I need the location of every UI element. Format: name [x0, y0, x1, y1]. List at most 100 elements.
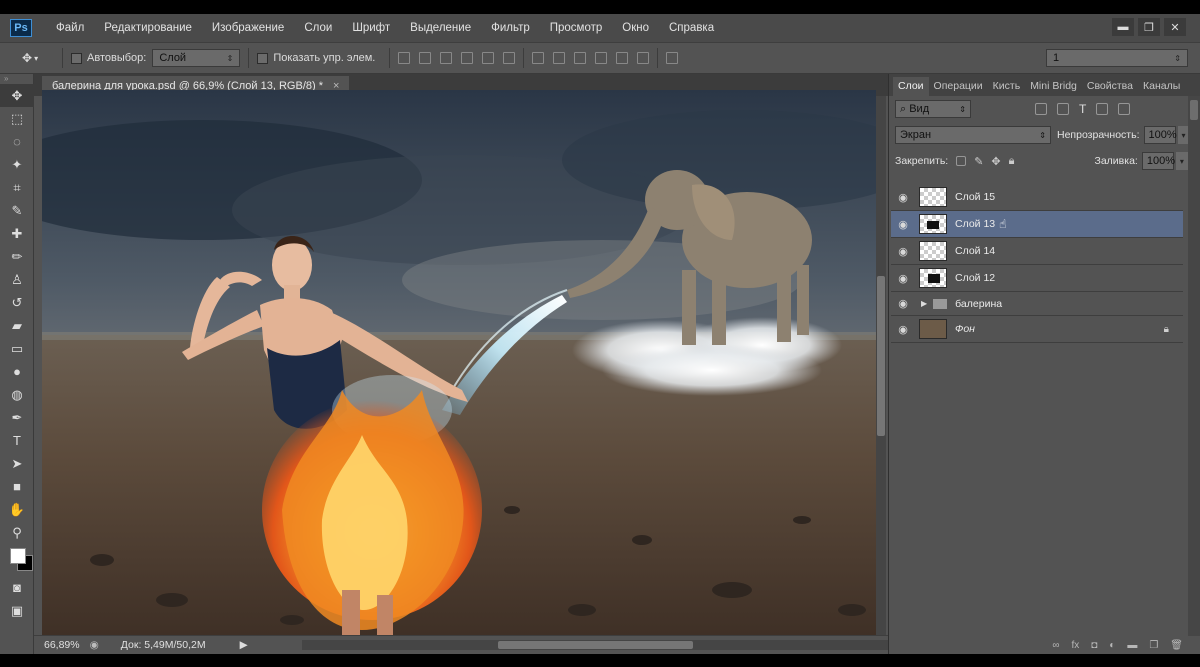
marquee-tool-icon[interactable]: ⬚ — [0, 107, 34, 130]
eye-icon[interactable]: ◉ — [891, 218, 915, 231]
menu-edit[interactable]: Редактирование — [94, 22, 202, 34]
layer-row[interactable]: ◉ Слой 14 — [891, 238, 1183, 265]
collapse-arrows-icon[interactable]: » — [0, 74, 33, 84]
adjustment-layer-icon[interactable]: ◐ — [1109, 640, 1115, 651]
tab-channels[interactable]: Каналы — [1138, 77, 1185, 96]
eye-icon[interactable]: ◉ — [891, 323, 915, 336]
lock-all-icon[interactable]: 🔒︎ — [1009, 155, 1015, 168]
lock-position-icon[interactable]: ✥ — [991, 155, 1000, 168]
status-arrow-icon[interactable]: ▶ — [240, 639, 248, 651]
panel-scrollbar[interactable] — [1188, 96, 1200, 636]
align-right-icon[interactable] — [503, 52, 516, 64]
layer-row[interactable]: ◉ Слой 12 — [891, 265, 1183, 292]
eye-icon[interactable]: ◉ — [891, 191, 915, 204]
layer-row[interactable]: ◉ Фон 🔒︎ — [891, 316, 1183, 343]
tab-actions[interactable]: Операции — [929, 77, 988, 96]
link-layers-icon[interactable]: ∞ — [1052, 640, 1059, 651]
history-brush-tool-icon[interactable]: ↺ — [0, 291, 34, 314]
new-group-icon[interactable]: ▬ — [1127, 640, 1137, 651]
close-button[interactable]: ✕ — [1164, 18, 1186, 36]
menu-layers[interactable]: Слои — [294, 22, 342, 34]
align-hcenter-icon[interactable] — [482, 52, 495, 64]
distribute-top-icon[interactable] — [532, 52, 545, 64]
tool-preset-picker[interactable]: ✥ ▾ — [22, 48, 54, 68]
expand-arrow-icon[interactable]: ▶ — [921, 299, 927, 308]
filter-adjustment-icon[interactable] — [1057, 103, 1069, 115]
menu-image[interactable]: Изображение — [202, 22, 294, 34]
distribute-vcenter-icon[interactable] — [553, 52, 566, 64]
eye-icon[interactable]: ◉ — [891, 245, 915, 258]
dodge-tool-icon[interactable]: ◍ — [0, 383, 34, 406]
gradient-tool-icon[interactable]: ▭ — [0, 337, 34, 360]
filter-pixel-icon[interactable] — [1035, 103, 1047, 115]
menu-help[interactable]: Справка — [659, 22, 724, 34]
scroll-thumb[interactable] — [498, 641, 693, 649]
lock-pixels-icon[interactable]: ✎ — [974, 155, 983, 168]
menu-view[interactable]: Просмотр — [540, 22, 613, 34]
crop-tool-icon[interactable]: ⌗ — [0, 176, 34, 199]
scroll-thumb[interactable] — [1190, 100, 1198, 120]
canvas-vertical-scrollbar[interactable] — [876, 96, 886, 641]
align-bottom-icon[interactable] — [440, 52, 453, 64]
menu-window[interactable]: Окно — [612, 22, 659, 34]
menu-select[interactable]: Выделение — [400, 22, 481, 34]
add-mask-icon[interactable]: ◘ — [1091, 640, 1097, 651]
layer-row[interactable]: ◉ Слой 15 — [891, 184, 1183, 211]
new-layer-icon[interactable]: ❐ — [1149, 640, 1158, 651]
path-select-tool-icon[interactable]: ➤ — [0, 452, 34, 475]
filter-type-icon[interactable]: T — [1079, 102, 1086, 116]
fill-input[interactable]: 100% — [1141, 152, 1175, 170]
filter-smart-object-icon[interactable] — [1118, 103, 1131, 115]
zoom-tool-icon[interactable]: ⚲ — [0, 521, 34, 544]
layer-group-row[interactable]: ◉ ▶ балерина — [891, 292, 1183, 316]
tab-brush[interactable]: Кисть — [988, 77, 1026, 96]
chevron-down-icon[interactable]: ▾ — [1175, 152, 1188, 170]
stamp-tool-icon[interactable]: ♙ — [0, 268, 34, 291]
lasso-tool-icon[interactable]: ◌ — [0, 130, 34, 153]
align-left-icon[interactable] — [461, 52, 474, 64]
fx-icon[interactable]: fx — [1071, 640, 1079, 651]
move-tool-icon[interactable]: ✥ — [0, 84, 34, 107]
lock-transparency-icon[interactable] — [956, 156, 967, 166]
menu-type[interactable]: Шрифт — [342, 22, 400, 34]
tab-mini-bridge[interactable]: Mini Bridg — [1025, 77, 1082, 96]
layer-row-selected[interactable]: ◉ Слой 13 ☝ — [891, 211, 1183, 238]
maximize-button[interactable]: ❐ — [1138, 18, 1160, 36]
shape-tool-icon[interactable]: ■ — [0, 475, 34, 498]
auto-align-icon[interactable] — [666, 52, 679, 64]
distribute-bottom-icon[interactable] — [574, 52, 587, 64]
workspace-dropdown[interactable]: 1 ⇕ — [1046, 49, 1188, 67]
align-vcenter-icon[interactable] — [419, 52, 432, 64]
brush-tool-icon[interactable]: ✏ — [0, 245, 34, 268]
align-top-icon[interactable] — [398, 52, 411, 64]
quick-select-tool-icon[interactable]: ✦ — [0, 153, 34, 176]
healing-tool-icon[interactable]: ✚ — [0, 222, 34, 245]
foreground-color-swatch[interactable] — [10, 548, 26, 564]
filter-shape-icon[interactable] — [1096, 103, 1109, 115]
minimize-button[interactable]: ▬ — [1112, 18, 1134, 36]
pen-tool-icon[interactable]: ✒ — [0, 406, 34, 429]
eraser-tool-icon[interactable]: ▰ — [0, 314, 34, 337]
zoom-level[interactable]: 66,89% — [44, 639, 80, 651]
scroll-thumb[interactable] — [877, 276, 885, 436]
autoselect-dropdown[interactable]: Слой ⇕ — [152, 49, 241, 67]
blur-tool-icon[interactable]: ● — [0, 360, 34, 383]
menu-filter[interactable]: Фильтр — [481, 22, 540, 34]
eyedropper-tool-icon[interactable]: ✎ — [0, 199, 34, 222]
eye-icon[interactable]: ◉ — [891, 272, 915, 285]
opacity-input[interactable]: 100% — [1143, 126, 1177, 144]
distribute-right-icon[interactable] — [637, 52, 650, 64]
document-canvas[interactable] — [42, 90, 876, 635]
tab-layers[interactable]: Слои — [893, 77, 929, 96]
tab-properties[interactable]: Свойства — [1082, 77, 1138, 96]
distribute-hcenter-icon[interactable] — [616, 52, 629, 64]
quick-mask-icon[interactable]: ◙ — [0, 576, 34, 599]
eye-icon[interactable]: ◉ — [891, 297, 915, 310]
hand-tool-icon[interactable]: ✋ — [0, 498, 34, 521]
trash-icon[interactable]: 🗑︎ — [1170, 640, 1183, 651]
canvas-horizontal-scrollbar[interactable] — [302, 640, 902, 650]
show-controls-checkbox[interactable] — [257, 52, 269, 64]
layer-filter-dropdown[interactable]: ⌕ Вид ⇕ — [895, 100, 971, 118]
menu-file[interactable]: Файл — [46, 22, 94, 34]
type-tool-icon[interactable]: T — [0, 429, 34, 452]
